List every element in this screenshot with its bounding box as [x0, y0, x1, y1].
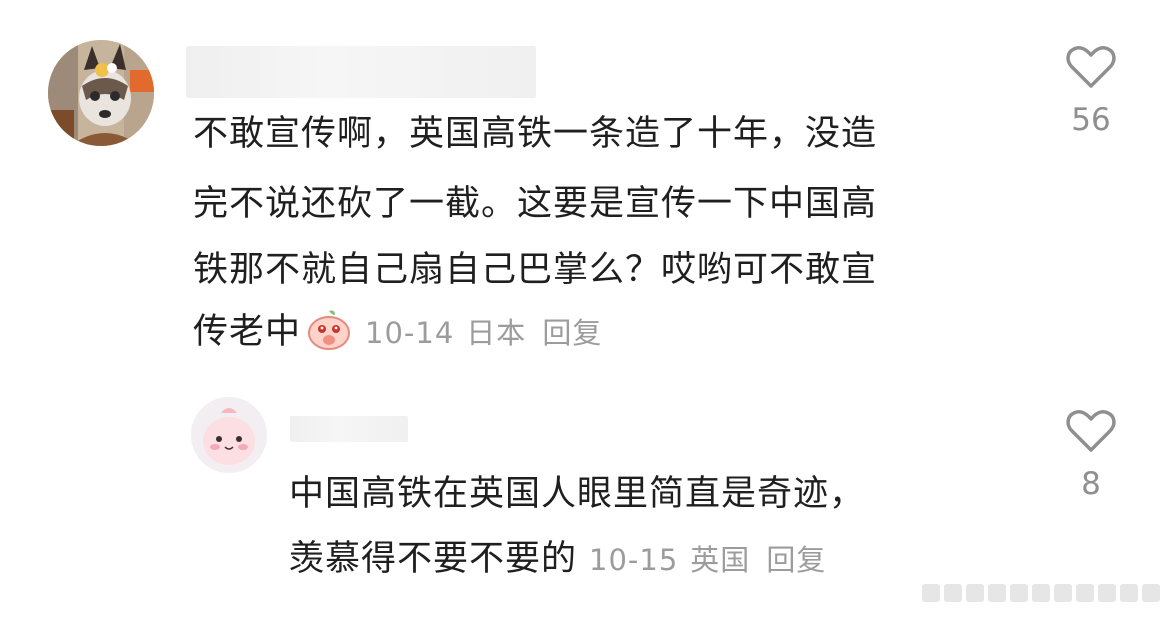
comment-text-line: 不敢宣传啊，英国高铁一条造了十年，没造	[193, 114, 878, 154]
comment-location: 日本	[466, 316, 527, 350]
comment-meta: 10-15 英国 回复	[589, 543, 826, 577]
comment-last-line: 传老中 10-14 日本 回复	[193, 302, 602, 363]
comment-text-line: 中国高铁在英国人眼里简直是奇迹，	[289, 474, 866, 514]
reply-button[interactable]: 回复	[542, 316, 602, 350]
like-control: 56	[1046, 44, 1136, 138]
comment-last-line: 羡慕得不要不要的 10-15 英国 回复	[289, 529, 826, 590]
username-redacted[interactable]	[290, 416, 408, 442]
comment-text-line: 传老中	[193, 312, 302, 352]
watermark	[922, 578, 1160, 608]
comment-text-line: 羡慕得不要不要的	[289, 539, 578, 579]
fox-avatar-image	[48, 40, 154, 146]
blushing-peach-emoji-icon	[305, 307, 353, 351]
like-count: 8	[1081, 466, 1101, 502]
reply-button[interactable]: 回复	[766, 543, 826, 577]
user-avatar[interactable]	[191, 397, 267, 473]
username-redacted[interactable]	[186, 46, 536, 98]
like-count: 56	[1071, 102, 1111, 138]
comment-date: 10-14	[365, 316, 455, 350]
like-control: 8	[1046, 408, 1136, 502]
pink-blob-avatar-image	[191, 397, 267, 473]
comment-meta: 10-14 日本 回复	[365, 316, 602, 350]
comment-location: 英国	[690, 543, 751, 577]
comment-text-line: 完不说还砍了一截。这要是宣传一下中国高	[193, 184, 878, 224]
comment-date: 10-15	[589, 543, 679, 577]
heart-outline-icon[interactable]	[1065, 44, 1117, 90]
comment-thread: 不敢宣传啊，英国高铁一条造了十年，没造 完不说还砍了一截。这要是宣传一下中国高 …	[0, 0, 1170, 627]
heart-outline-icon[interactable]	[1065, 408, 1117, 454]
user-avatar[interactable]	[48, 40, 154, 146]
comment-text-line: 铁那不就自己扇自己巴掌么？哎哟可不敢宣	[193, 250, 878, 290]
